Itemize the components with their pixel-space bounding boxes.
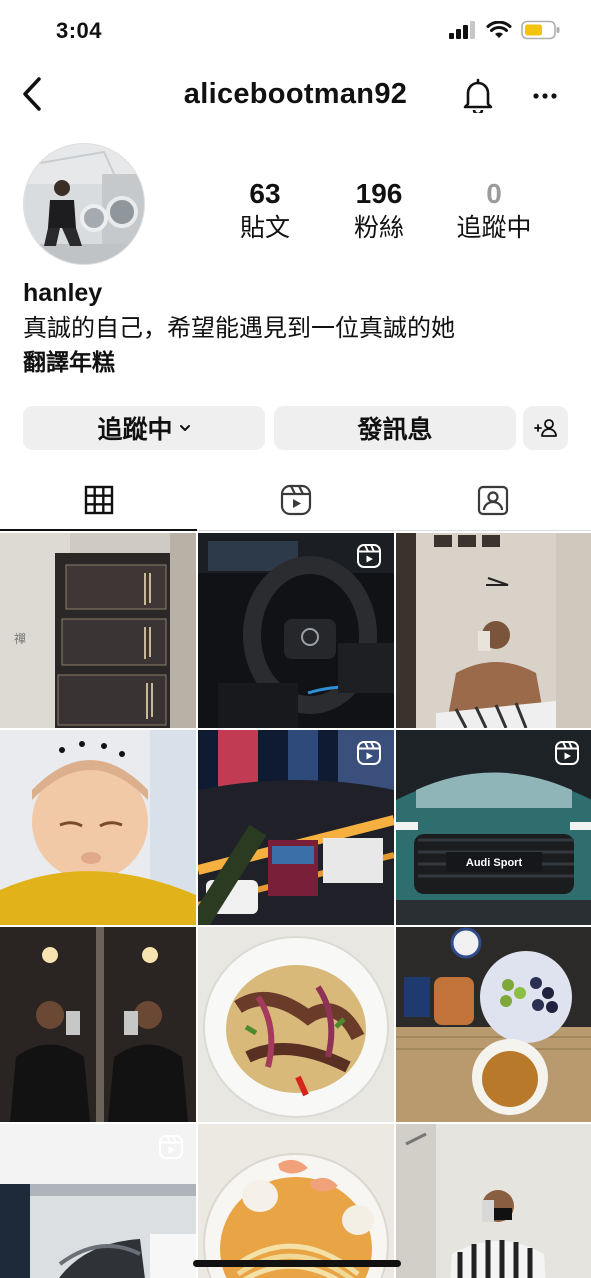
chevron-down-icon — [179, 424, 191, 432]
post-thumbnail[interactable] — [0, 1124, 196, 1278]
post-thumbnail[interactable] — [0, 730, 196, 925]
profile-avatar[interactable] — [23, 143, 145, 265]
notifications-button[interactable] — [458, 74, 498, 116]
svg-text:禪: 禪 — [14, 631, 26, 646]
posts-count[interactable]: 63 貼文 — [225, 178, 305, 246]
add-person-icon — [533, 419, 557, 437]
posts-count-number: 63 — [249, 178, 281, 209]
cellular-signal-icon — [449, 21, 475, 39]
more-options-button[interactable] — [525, 76, 565, 116]
post-thumbnail[interactable] — [198, 927, 394, 1122]
posts-count-label: 貼文 — [239, 214, 290, 242]
status-icons — [449, 20, 561, 40]
display-name: hanley — [23, 279, 103, 307]
message-button[interactable]: 發訊息 — [274, 406, 516, 450]
wifi-icon — [486, 21, 512, 38]
reel-indicator-icon — [356, 543, 382, 569]
post-thumbnail[interactable] — [396, 533, 591, 728]
post-thumbnail[interactable] — [396, 1124, 591, 1278]
following-button[interactable]: 追蹤中 — [23, 406, 265, 450]
profile-header: alicebootman92 — [0, 64, 591, 128]
more-horizontal-icon — [533, 93, 557, 99]
profile-tabs — [0, 470, 591, 531]
followers-count-label: 粉絲 — [353, 214, 404, 242]
bell-icon — [463, 78, 493, 113]
post-thumbnail[interactable] — [396, 927, 591, 1122]
reel-indicator-icon — [554, 740, 580, 766]
post-thumbnail[interactable] — [198, 1124, 394, 1278]
bio-text: 真誠的自己，希望能遇見到一位真誠的她 — [23, 315, 455, 342]
profile-bio: hanley 真誠的自己，希望能遇見到一位真誠的她 翻譯年糕 — [23, 278, 583, 378]
post-thumbnail[interactable] — [198, 730, 394, 925]
post-thumbnail[interactable] — [0, 927, 196, 1122]
grid-icon — [84, 485, 113, 514]
status-time: 3:04 — [56, 18, 103, 43]
followers-count[interactable]: 196 粉絲 — [340, 178, 418, 246]
post-thumbnail[interactable]: 禪 — [0, 533, 196, 728]
following-count-number: 0 — [486, 178, 502, 209]
photo-plate-text: Audi Sport — [466, 857, 523, 869]
message-button-label: 發訊息 — [357, 416, 433, 444]
translate-link[interactable]: 翻譯年糕 — [23, 346, 583, 378]
following-count[interactable]: 0 追蹤中 — [444, 178, 544, 246]
profile-username: alicebootman92 — [183, 78, 408, 110]
tab-posts-grid[interactable] — [0, 470, 197, 531]
reels-icon — [280, 484, 311, 516]
post-thumbnail[interactable] — [198, 533, 394, 728]
tab-reels[interactable] — [197, 470, 394, 531]
tab-tagged[interactable] — [394, 470, 591, 531]
reel-indicator-icon — [356, 740, 382, 766]
suggested-users-button[interactable] — [523, 406, 568, 450]
following-count-label: 追蹤中 — [456, 214, 532, 242]
status-bar: 3:04 — [0, 0, 591, 64]
followers-count-number: 196 — [355, 178, 403, 209]
post-thumbnail[interactable]: Audi Sport — [396, 730, 591, 925]
home-indicator — [193, 1260, 401, 1267]
reel-indicator-icon — [158, 1134, 184, 1160]
tagged-icon — [477, 485, 508, 516]
battery-icon — [521, 20, 560, 40]
following-button-label: 追蹤中 — [97, 416, 173, 444]
